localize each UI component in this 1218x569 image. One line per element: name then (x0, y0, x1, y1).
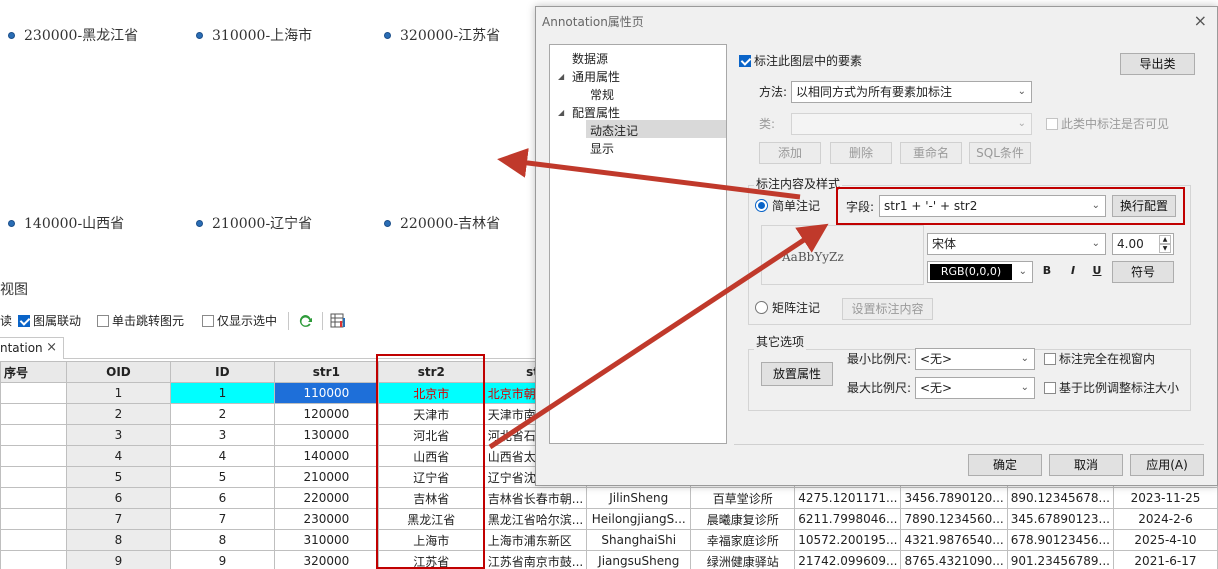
annotation-arrows (488, 147, 829, 450)
arrow-to-field (488, 223, 829, 450)
arrow-to-map (497, 147, 801, 200)
